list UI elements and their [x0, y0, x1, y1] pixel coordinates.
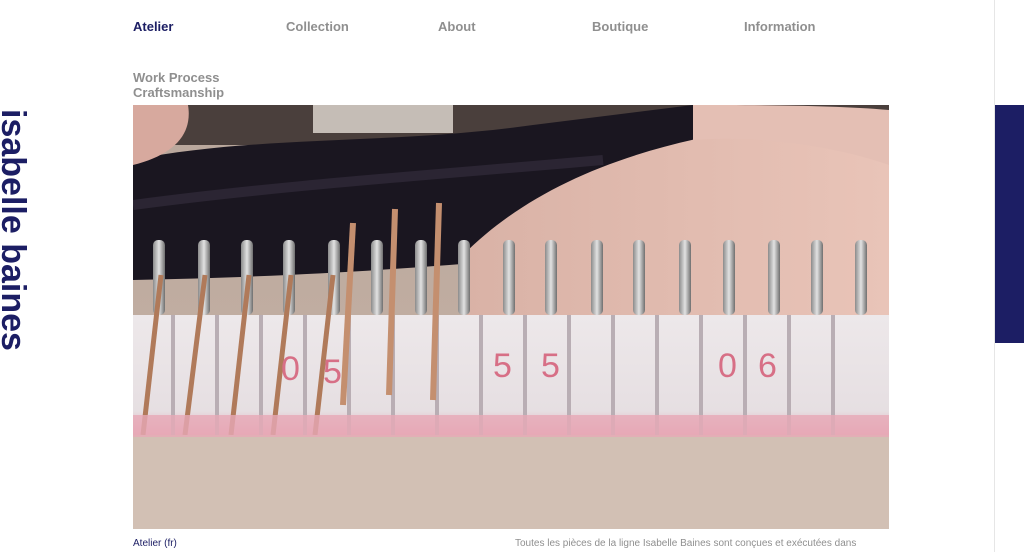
hero-photo: 0 5 5 5 0 6 — [133, 105, 889, 529]
nav-about[interactable]: About — [438, 19, 476, 34]
scale-number: 5 — [541, 347, 560, 385]
scale-number: 5 — [493, 347, 512, 385]
sub-nav: Work Process Craftsmanship — [133, 70, 224, 100]
nav-atelier[interactable]: Atelier — [133, 19, 173, 34]
side-tab[interactable] — [995, 105, 1024, 343]
scale-number: 0 — [718, 347, 737, 385]
footer-caption: Toutes les pièces de la ligne Isabelle B… — [515, 538, 857, 549]
nav-boutique[interactable]: Boutique — [592, 19, 648, 34]
subnav-craftsmanship[interactable]: Craftsmanship — [133, 85, 224, 100]
knitting-machine-image: 0 5 5 5 0 6 — [133, 105, 889, 529]
scale-number: 5 — [323, 353, 342, 391]
brand-logo[interactable]: isabelle baines — [0, 109, 32, 351]
subnav-work-process[interactable]: Work Process — [133, 70, 224, 85]
scale-number: 0 — [281, 350, 300, 388]
language-link[interactable]: Atelier (fr) — [133, 538, 177, 549]
scale-number: 6 — [758, 347, 777, 385]
nav-information[interactable]: Information — [744, 19, 816, 34]
nav-collection[interactable]: Collection — [286, 19, 349, 34]
